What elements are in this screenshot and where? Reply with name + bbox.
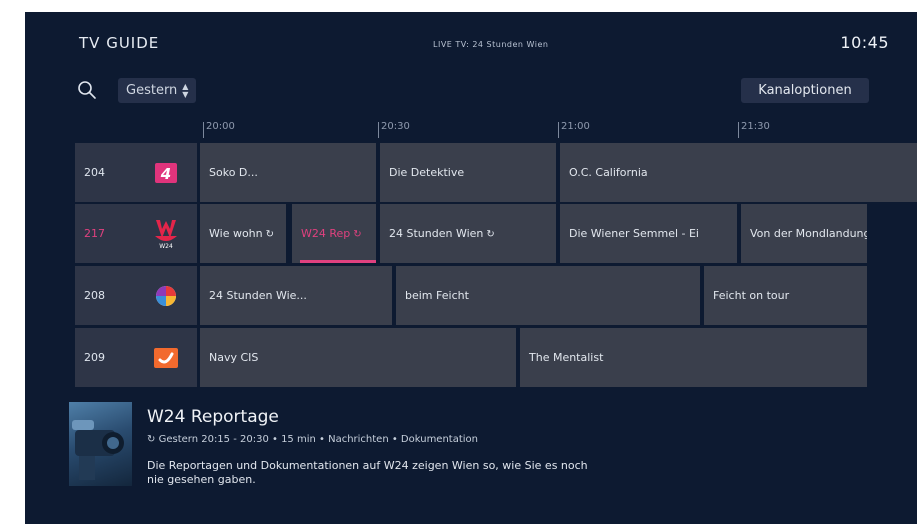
replay-icon: ↻ <box>147 434 156 445</box>
program-tile[interactable]: beim Feicht <box>396 266 700 325</box>
program-title: Wie wohn <box>209 227 263 240</box>
channel-row: 208 24 Stunden Wie... beim Feicht Feicht on… <box>75 266 917 325</box>
time-tick: 20:30 <box>378 122 410 138</box>
program-meta: ↻ Gestern 20:15 - 20:30 • 15 min • Nachr… <box>147 434 478 445</box>
program-title: Feicht on tour <box>713 289 790 302</box>
replay-icon: ↻ <box>353 229 362 240</box>
w24-logo[interactable]: W24 <box>135 204 197 263</box>
program-title: Navy CIS <box>209 351 259 364</box>
kabel-eins-logo[interactable] <box>135 328 197 387</box>
channel-number[interactable]: 208 <box>75 266 135 325</box>
tv-guide-screen: TV GUIDE LIVE TV: 24 Stunden Wien 10:45 … <box>25 12 917 524</box>
program-tile[interactable]: Feicht on tour <box>704 266 867 325</box>
program-tile[interactable]: 24 Stunden Wie... <box>200 266 392 325</box>
channel-number[interactable]: 217 <box>75 204 135 263</box>
program-tile-selected[interactable]: W24 Rep ↻ <box>292 204 376 263</box>
replay-icon: ↻ <box>265 229 275 240</box>
program-tile[interactable]: Soko D... <box>200 143 376 202</box>
program-title: Die Detektive <box>389 166 465 179</box>
time-axis: 20:00 20:30 21:00 21:30 <box>25 122 917 144</box>
program-title: beim Feicht <box>405 289 469 302</box>
program-thumbnail <box>69 402 132 486</box>
svg-text:4: 4 <box>160 165 171 183</box>
program-tile[interactable]: Wie wohn ↻ <box>200 204 286 263</box>
channel-row: 217 W24 Wie wohn ↻ W24 Rep ↻ 24 Stunden Wien ↻ D… <box>75 204 917 263</box>
program-tile[interactable]: Navy CIS <box>200 328 516 387</box>
program-tile[interactable]: 24 Stunden Wien ↻ <box>380 204 556 263</box>
program-title: The Mentalist <box>529 351 604 364</box>
channel-row: 204 4 Soko D... Die Detektive O.C. Californi… <box>75 143 917 202</box>
program-title: W24 Reportage <box>147 407 279 427</box>
program-tile[interactable]: O.C. California <box>560 143 917 202</box>
program-tile[interactable]: Die Detektive <box>380 143 556 202</box>
program-title: Die Wiener Semmel - Ei <box>569 227 699 240</box>
time-tick: 21:00 <box>558 122 590 138</box>
channel-options-button[interactable]: Kanaloptionen <box>741 78 869 103</box>
day-select-label: Gestern <box>126 83 178 98</box>
channel-number[interactable]: 204 <box>75 143 135 202</box>
replay-icon: ↻ <box>486 229 495 240</box>
program-tile[interactable]: Die Wiener Semmel - Ei <box>560 204 737 263</box>
program-title: 24 Stunden Wien <box>389 227 484 240</box>
selection-underline <box>300 260 376 263</box>
page-title: TV GUIDE <box>79 34 160 52</box>
program-description: Die Reportagen und Dokumentationen auf W… <box>147 459 588 486</box>
program-title: 24 Stunden Wie... <box>209 289 307 302</box>
channel-row: 209 Navy CIS The Mentalist <box>75 328 917 387</box>
svg-text:W24: W24 <box>159 243 173 250</box>
time-tick: 20:00 <box>203 122 235 138</box>
time-tick: 21:30 <box>738 122 770 138</box>
sat1-logo[interactable] <box>135 266 197 325</box>
updown-chevron-icon: ▲ ▼ <box>182 81 189 99</box>
channel-4-logo[interactable]: 4 <box>135 143 197 202</box>
program-title: O.C. California <box>569 166 648 179</box>
live-tv-indicator: LIVE TV: 24 Stunden Wien <box>433 40 549 49</box>
program-tile[interactable]: Von der Mondlandung↻ <box>741 204 867 263</box>
program-title: W24 Rep <box>301 227 351 240</box>
program-title: Von der Mondlandung <box>750 227 867 240</box>
search-icon[interactable] <box>77 80 97 100</box>
day-select[interactable]: Gestern ▲ ▼ <box>118 78 197 103</box>
clock: 10:45 <box>840 33 889 52</box>
program-title: Soko D... <box>209 166 258 179</box>
channel-number[interactable]: 209 <box>75 328 135 387</box>
program-tile[interactable]: The Mentalist <box>520 328 867 387</box>
program-meta-text: Gestern 20:15 - 20:30 • 15 min • Nachric… <box>158 434 479 445</box>
